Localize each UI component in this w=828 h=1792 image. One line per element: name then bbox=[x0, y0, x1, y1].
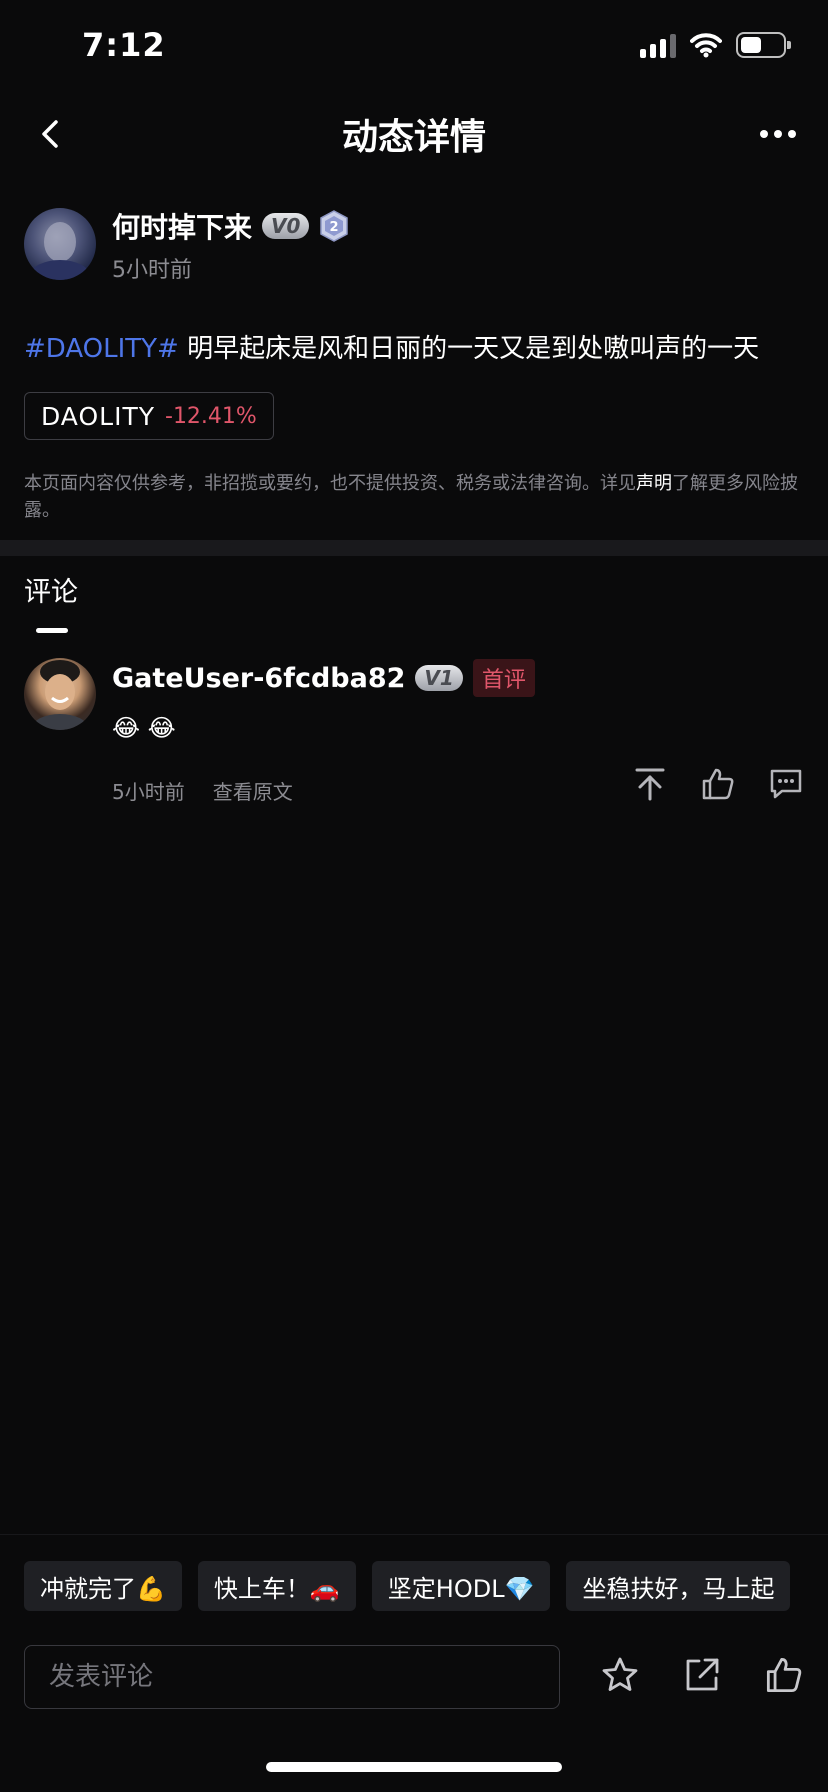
more-icon-dot bbox=[760, 130, 768, 138]
view-original-link[interactable]: 查看原文 bbox=[213, 776, 293, 805]
comment-input[interactable] bbox=[24, 1645, 560, 1709]
level-badge-icon: 2 bbox=[320, 210, 349, 242]
quick-reply-chip[interactable]: 冲就完了💪 bbox=[24, 1561, 182, 1611]
comment-head: GateUser-6fcdba82 V1 首评 bbox=[112, 659, 535, 697]
vip-badge: V0 bbox=[262, 213, 310, 239]
status-icons bbox=[640, 30, 791, 60]
reply-icon bbox=[770, 769, 802, 799]
bottom-panel: 冲就完了💪 快上车！🚗 坚定HODL💎 坐稳扶好，马上起 bbox=[0, 1534, 828, 1792]
wifi-icon bbox=[690, 33, 722, 58]
post-time: 5小时前 bbox=[112, 258, 192, 283]
comment-item: GateUser-6fcdba82 V1 首评 😂 😂 5小时前 查看原文 bbox=[24, 658, 804, 808]
level-badge-number: 2 bbox=[330, 220, 339, 235]
like-button[interactable] bbox=[700, 766, 736, 802]
disclaimer: 本页面内容仅供参考，非招揽或要约，也不提供投资、税务或法律咨询。详见声明了解更多… bbox=[24, 470, 808, 524]
section-divider bbox=[0, 540, 828, 556]
battery-icon bbox=[736, 32, 791, 58]
avatar-image bbox=[30, 222, 90, 280]
favorite-button[interactable] bbox=[600, 1653, 640, 1697]
token-change: -12.41% bbox=[165, 403, 257, 429]
first-comment-badge: 首评 bbox=[472, 659, 535, 697]
quick-reply-chip[interactable]: 坐稳扶好，马上起 bbox=[566, 1561, 791, 1611]
comment-meta: 5小时前 查看原文 bbox=[112, 776, 293, 805]
thumbs-up-icon bbox=[766, 1657, 802, 1693]
hashtag-link[interactable]: #DAOLITY# bbox=[24, 334, 179, 364]
token-tag[interactable]: DAOLITY -12.41% bbox=[24, 392, 274, 440]
commenter-avatar[interactable] bbox=[24, 658, 96, 730]
more-icon-dot bbox=[774, 130, 782, 138]
pin-top-button[interactable] bbox=[632, 766, 668, 802]
token-name: DAOLITY bbox=[41, 401, 155, 431]
post-content: #DAOLITY# 明早起床是风和日丽的一天又是到处嗷叫声的一天 bbox=[24, 330, 814, 368]
share-button[interactable] bbox=[682, 1653, 722, 1697]
battery-level bbox=[741, 37, 761, 53]
comment-time: 5小时前 bbox=[112, 780, 185, 804]
disclaimer-text: 本页面内容仅供参考，非招揽或要约，也不提供投资、税务或法律咨询。详见 bbox=[24, 473, 636, 494]
avatar-image bbox=[32, 660, 88, 730]
bottom-actions bbox=[600, 1653, 804, 1697]
status-time: 7:12 bbox=[82, 26, 166, 64]
author-name[interactable]: 何时掉下来 bbox=[112, 206, 252, 246]
quick-reply-chip[interactable]: 坚定HODL💎 bbox=[371, 1561, 551, 1611]
thumbs-up-icon bbox=[702, 768, 734, 800]
reply-button[interactable] bbox=[768, 766, 804, 802]
more-button[interactable] bbox=[754, 112, 802, 156]
like-post-button[interactable] bbox=[764, 1653, 804, 1697]
post-header: 何时掉下来 V0 2 5小时前 bbox=[24, 208, 804, 284]
tab-comments[interactable]: 评论 bbox=[24, 570, 78, 609]
tab-underline bbox=[36, 628, 68, 633]
share-icon bbox=[686, 1658, 719, 1691]
star-icon bbox=[602, 1657, 638, 1691]
author-avatar[interactable] bbox=[24, 208, 96, 280]
quick-replies: 冲就完了💪 快上车！🚗 坚定HODL💎 坐稳扶好，马上起 bbox=[24, 1561, 791, 1611]
pin-top-icon bbox=[635, 768, 665, 801]
status-bar: 7:12 bbox=[0, 0, 828, 90]
comment-actions bbox=[632, 766, 804, 802]
quick-reply-chip[interactable]: 快上车！🚗 bbox=[197, 1561, 356, 1611]
commenter-name[interactable]: GateUser-6fcdba82 bbox=[112, 663, 405, 694]
comment-text: 😂 😂 bbox=[112, 714, 176, 742]
disclaimer-link[interactable]: 声明 bbox=[636, 473, 672, 494]
page-title: 动态详情 bbox=[341, 117, 486, 158]
cellular-signal-icon bbox=[640, 32, 676, 58]
nav-bar: 动态详情 bbox=[0, 90, 828, 176]
vip-badge: V1 bbox=[415, 665, 463, 691]
author-row: 何时掉下来 V0 2 bbox=[112, 208, 349, 244]
more-icon-dot bbox=[788, 130, 796, 138]
home-indicator[interactable] bbox=[266, 1762, 562, 1772]
post-text: 明早起床是风和日丽的一天又是到处嗷叫声的一天 bbox=[178, 334, 760, 364]
